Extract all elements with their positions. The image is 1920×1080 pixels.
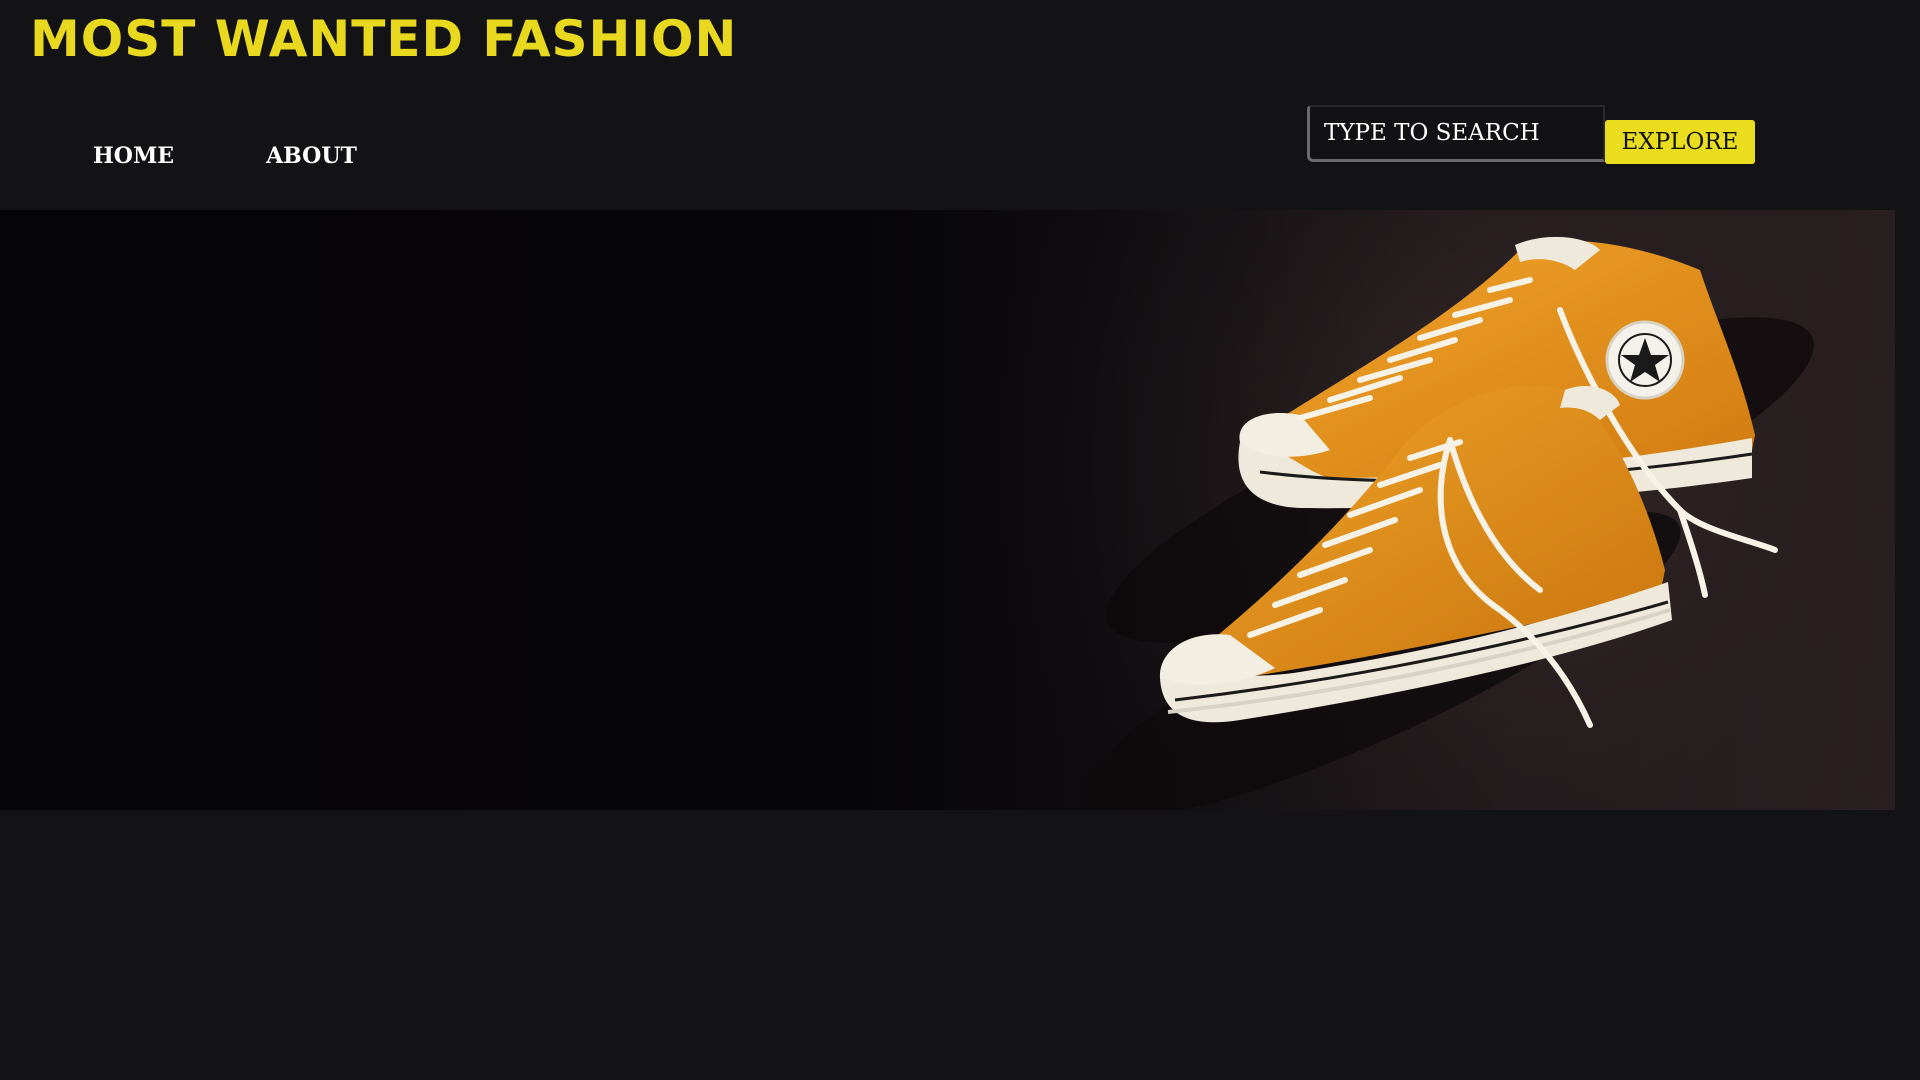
hero-sneakers-image [900, 210, 1895, 810]
brand-title: MOST WANTED FASHION [30, 10, 738, 68]
page: MOST WANTED FASHION HOME ABOUT EXPLORE [0, 0, 1895, 1056]
nav-home-link[interactable]: HOME [93, 143, 174, 169]
main-nav: HOME ABOUT [93, 143, 357, 169]
hero-banner [0, 210, 1895, 810]
nav-about-link[interactable]: ABOUT [266, 143, 357, 169]
search-input[interactable] [1307, 105, 1605, 162]
explore-button[interactable]: EXPLORE [1605, 120, 1755, 164]
